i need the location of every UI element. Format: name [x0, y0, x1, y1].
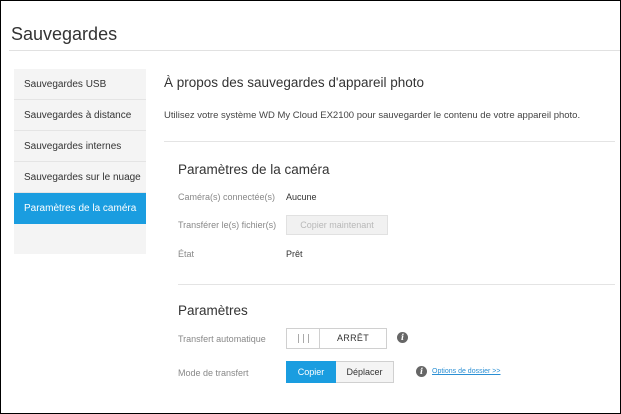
connected-cameras-value: Aucune: [286, 192, 317, 202]
mode-move-button[interactable]: Déplacer: [336, 361, 394, 383]
title-divider: [9, 50, 620, 51]
toggle-grip-icon: [287, 329, 320, 348]
about-heading: À propos des sauvegardes d'appareil phot…: [164, 75, 425, 90]
section-divider-1: [164, 141, 615, 142]
copy-now-button[interactable]: Copier maintenant: [286, 215, 388, 235]
sidebar-item-remote-backups[interactable]: Sauvegardes à distance: [14, 100, 146, 131]
folder-options-link[interactable]: Options de dossier >>: [432, 368, 501, 375]
connected-cameras-label: Caméra(s) connectée(s): [178, 192, 276, 202]
transfer-mode-selector: Copier Déplacer: [286, 361, 394, 383]
state-value: Prêt: [286, 249, 303, 259]
transfer-mode-label: Mode de transfert: [178, 368, 249, 378]
sidebar-item-internal-backups[interactable]: Sauvegardes internes: [14, 131, 146, 162]
sidebar-item-camera-settings[interactable]: Paramètres de la caméra: [14, 193, 146, 224]
camera-settings-heading: Paramètres de la caméra: [178, 162, 330, 177]
section-divider-2: [178, 284, 615, 285]
info-icon[interactable]: i: [397, 332, 408, 343]
auto-transfer-label: Transfert automatique: [178, 334, 266, 344]
sidebar-item-usb-backups[interactable]: Sauvegardes USB: [14, 69, 146, 100]
auto-transfer-toggle[interactable]: ARRÊT: [286, 328, 387, 349]
settings-heading: Paramètres: [178, 303, 248, 318]
about-description: Utilisez votre système WD My Cloud EX210…: [164, 110, 581, 121]
info-icon[interactable]: i: [416, 366, 427, 377]
auto-transfer-state: ARRÊT: [336, 333, 369, 343]
sidebar: Sauvegardes USB Sauvegardes à distance S…: [14, 69, 146, 254]
sidebar-item-cloud-backups[interactable]: Sauvegardes sur le nuage: [14, 162, 146, 193]
state-label: État: [178, 249, 195, 259]
mode-copy-button[interactable]: Copier: [286, 361, 336, 383]
page-title: Sauvegardes: [11, 24, 118, 44]
transfer-files-label: Transférer le(s) fichier(s): [178, 220, 277, 230]
